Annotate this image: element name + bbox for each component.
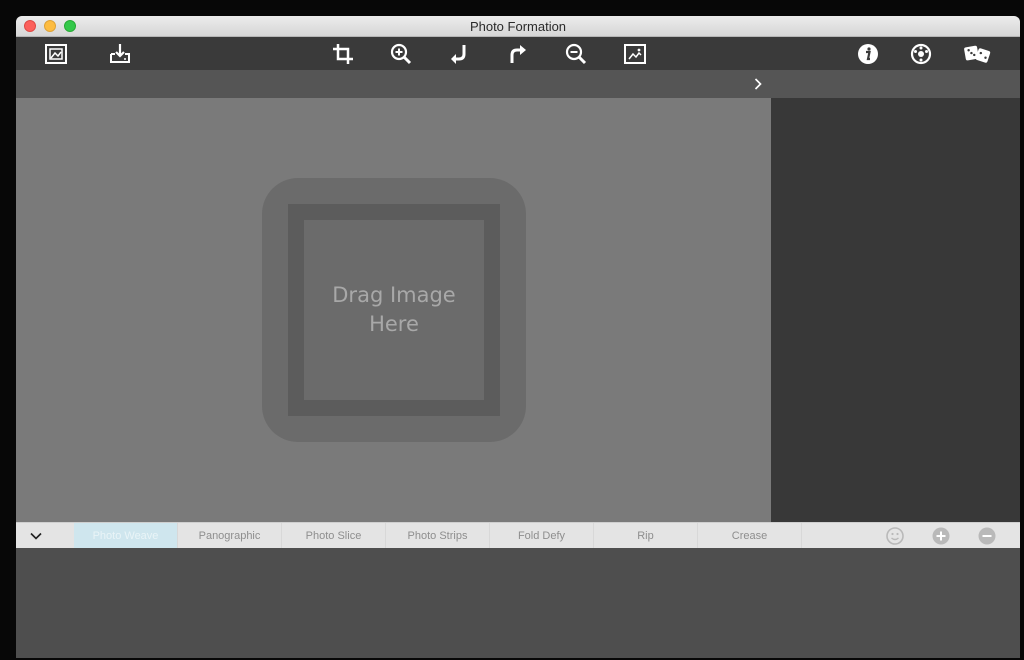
open-image-icon [45, 44, 67, 64]
rotate-left-button[interactable] [446, 41, 472, 67]
image-canvas[interactable]: Drag Image Here [16, 98, 771, 522]
tab-rip[interactable]: Rip [594, 523, 698, 549]
add-preset-button[interactable] [932, 527, 950, 545]
effect-tab-bar: Photo Weave Panographic Photo Slice Phot… [16, 522, 1020, 549]
randomize-dice-icon [964, 45, 991, 63]
side-panel [771, 98, 1020, 522]
drop-inner: Drag Image Here [304, 220, 484, 400]
crop-icon [333, 44, 353, 64]
tab-panographic[interactable]: Panographic [178, 523, 282, 549]
fit-image-button[interactable] [622, 41, 648, 67]
drop-zone[interactable]: Drag Image Here [262, 178, 526, 442]
tab-crease[interactable]: Crease [698, 523, 802, 549]
remove-preset-icon [978, 527, 996, 545]
fit-image-icon [624, 44, 646, 64]
tab-fold-defy[interactable]: Fold Defy [490, 523, 594, 549]
zoom-out-icon [565, 43, 587, 65]
expand-panel-button[interactable] [750, 74, 766, 94]
collapse-panel-button[interactable] [24, 526, 48, 546]
settings-gear-icon [910, 43, 932, 65]
crop-button[interactable] [330, 41, 356, 67]
toolbar [16, 37, 1020, 70]
settings-button[interactable] [908, 41, 934, 67]
remove-preset-button[interactable] [978, 527, 996, 545]
drop-frame: Drag Image Here [288, 204, 500, 416]
sub-toolbar [16, 70, 1020, 98]
preset-button[interactable] [886, 527, 904, 545]
title-bar: Photo Formation [16, 16, 1020, 37]
zoom-in-icon [390, 43, 412, 65]
effect-settings-panel [16, 548, 1020, 658]
drop-placeholder-text: Drag Image Here [332, 283, 456, 336]
rotate-left-icon [451, 45, 466, 64]
rotate-right-button[interactable] [505, 41, 531, 67]
tab-photo-slice[interactable]: Photo Slice [282, 523, 386, 549]
info-icon [858, 44, 878, 64]
open-image-button[interactable] [43, 41, 69, 67]
save-download-icon [110, 44, 130, 63]
app-window: Photo Formation Drag Image Here Photo We… [16, 16, 1020, 658]
chevron-right-icon [754, 78, 762, 90]
preset-smiley-icon [886, 527, 904, 545]
save-button[interactable] [107, 41, 133, 67]
tab-photo-strips[interactable]: Photo Strips [386, 523, 490, 549]
chevron-down-icon [30, 532, 42, 540]
zoom-in-button[interactable] [388, 41, 414, 67]
randomize-button[interactable] [962, 41, 994, 67]
zoom-out-button[interactable] [563, 41, 589, 67]
rotate-right-icon [510, 45, 526, 63]
tab-photo-weave[interactable]: Photo Weave [74, 523, 178, 549]
window-title: Photo Formation [469, 19, 567, 34]
add-preset-icon [932, 527, 950, 545]
info-button[interactable] [855, 41, 881, 67]
